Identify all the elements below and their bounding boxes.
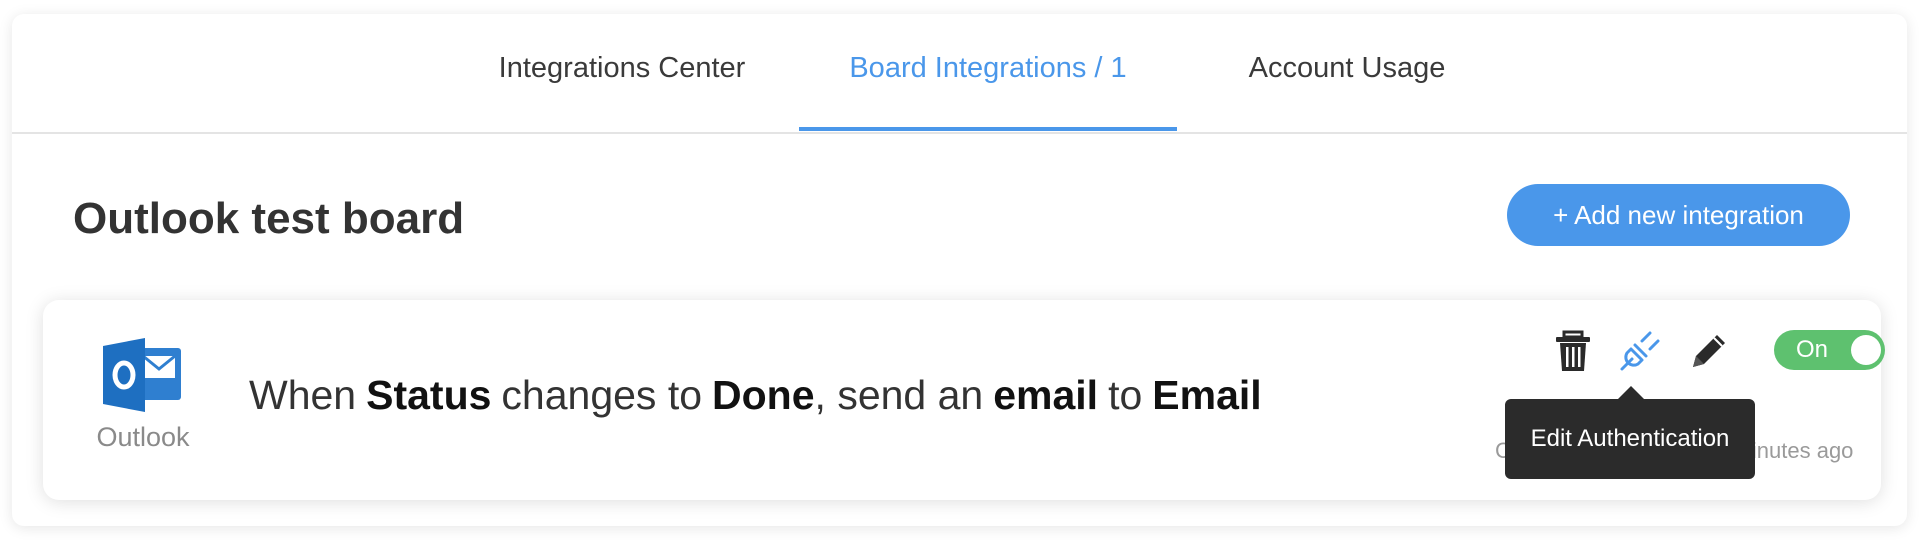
tab-bar: Integrations Center Board Integrations /… xyxy=(12,14,1907,134)
add-integration-button[interactable]: + Add new integration xyxy=(1507,184,1850,246)
recipe-value[interactable]: Done xyxy=(712,372,815,418)
recipe-text: to xyxy=(1108,372,1143,418)
tab-integrations-center[interactable]: Integrations Center xyxy=(462,14,782,132)
recipe-text: When xyxy=(249,372,357,418)
outlook-icon xyxy=(103,338,181,412)
toggle-label: On xyxy=(1796,336,1829,363)
tab-account-usage[interactable]: Account Usage xyxy=(1212,14,1482,132)
recipe-target[interactable]: Email xyxy=(1152,372,1261,418)
toggle-knob xyxy=(1851,335,1881,365)
recipe-action[interactable]: email xyxy=(993,372,1098,418)
recipe-text: , send an xyxy=(814,372,984,418)
integration-toggle[interactable]: On xyxy=(1774,330,1885,370)
meta-end: inutes ago xyxy=(1751,438,1854,463)
integration-recipe[interactable]: When Status changes to Done, send an email to… xyxy=(249,372,1272,419)
trash-icon[interactable] xyxy=(1551,329,1595,373)
edit-authentication-tooltip: Edit Authentication xyxy=(1505,399,1755,479)
active-tab-indicator xyxy=(799,127,1177,131)
page-title: Outlook test board xyxy=(73,194,465,243)
tooltip-arrow xyxy=(1617,386,1645,400)
pencil-icon[interactable] xyxy=(1687,329,1731,373)
tab-board-integrations[interactable]: Board Integrations / 1 xyxy=(799,14,1177,132)
plug-icon[interactable] xyxy=(1618,329,1662,373)
recipe-column[interactable]: Status xyxy=(366,372,491,418)
app-name: Outlook xyxy=(96,422,190,452)
recipe-text: changes to xyxy=(501,372,703,418)
